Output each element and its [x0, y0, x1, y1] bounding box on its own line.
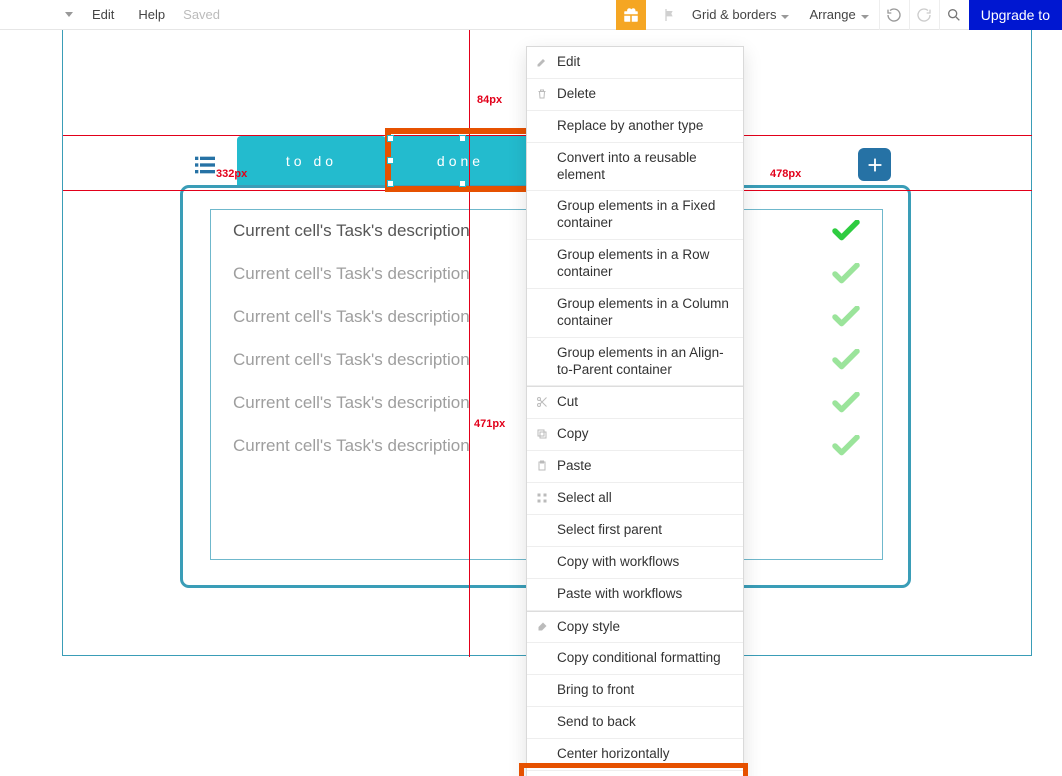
task-description: Current cell's Task's description: [233, 220, 470, 243]
flag-icon[interactable]: [658, 3, 682, 27]
upgrade-button[interactable]: Upgrade to: [969, 0, 1062, 30]
ctx-group-row[interactable]: Group elements in a Row container: [527, 240, 743, 289]
ctx-cut[interactable]: Cut: [527, 386, 743, 419]
ctx-replace[interactable]: Replace by another type: [527, 111, 743, 143]
ctx-label: Copy style: [557, 619, 620, 636]
edit-menu[interactable]: Edit: [80, 0, 126, 29]
ctx-label: Copy: [557, 426, 589, 443]
top-toolbar: Edit Help Saved Grid & borders Arrange U…: [0, 0, 1062, 30]
ctx-send-back[interactable]: Send to back: [527, 707, 743, 739]
ctx-label: Paste: [557, 458, 592, 475]
resize-handle[interactable]: [459, 135, 466, 142]
ctx-label: Group elements in a Column container: [557, 296, 733, 330]
scissors-icon: [535, 395, 549, 409]
check-icon[interactable]: [832, 435, 860, 457]
task-description: Current cell's Task's description: [233, 349, 470, 372]
resize-handle[interactable]: [387, 157, 394, 164]
redo-button[interactable]: [909, 0, 939, 30]
ctx-copy-style[interactable]: Copy style: [527, 611, 743, 644]
ctx-label: Replace by another type: [557, 118, 703, 135]
ctx-select-first-parent[interactable]: Select first parent: [527, 515, 743, 547]
measure-left: 332px: [216, 168, 247, 180]
check-icon[interactable]: [832, 392, 860, 414]
task-description: Current cell's Task's description: [233, 435, 470, 458]
task-description: Current cell's Task's description: [233, 392, 470, 415]
ctx-bring-front[interactable]: Bring to front: [527, 675, 743, 707]
ctx-label: Copy conditional formatting: [557, 650, 721, 667]
measure-top: 84px: [477, 94, 502, 106]
ctx-paste-workflows[interactable]: Paste with workflows: [527, 579, 743, 611]
app-menu-dropdown-icon[interactable]: [58, 12, 80, 17]
tab-todo[interactable]: to do: [237, 136, 386, 185]
ctx-paste[interactable]: Paste: [527, 451, 743, 483]
pencil-icon: [535, 55, 549, 69]
brush-icon: [535, 620, 549, 634]
context-menu: Edit Delete Replace by another type Conv…: [526, 46, 744, 776]
help-menu[interactable]: Help: [126, 0, 177, 29]
ctx-label: Convert into a reusable element: [557, 150, 733, 184]
resize-handle[interactable]: [387, 180, 394, 187]
search-button[interactable]: [939, 0, 969, 30]
ctx-group-fixed[interactable]: Group elements in a Fixed container: [527, 191, 743, 240]
ctx-label: Paste with workflows: [557, 586, 682, 603]
measure-right: 478px: [770, 168, 801, 180]
task-description: Current cell's Task's description: [233, 263, 470, 286]
grid-borders-menu[interactable]: Grid & borders: [682, 0, 800, 29]
measure-mid: 471px: [474, 418, 505, 430]
ctx-edit[interactable]: Edit: [527, 47, 743, 79]
arrange-menu[interactable]: Arrange: [799, 0, 878, 29]
ctx-label: Delete: [557, 86, 596, 103]
ctx-label: Select first parent: [557, 522, 662, 539]
ctx-label: Cut: [557, 394, 578, 411]
ctx-label: Bring to front: [557, 682, 634, 699]
ctx-label: Send to back: [557, 714, 636, 731]
save-status: Saved: [177, 7, 220, 22]
gift-icon[interactable]: [616, 0, 646, 30]
ctx-label: Edit: [557, 54, 580, 71]
ctx-delete[interactable]: Delete: [527, 79, 743, 111]
ctx-group-col[interactable]: Group elements in a Column container: [527, 289, 743, 338]
ctx-label: Group elements in a Fixed container: [557, 198, 733, 232]
resize-handle[interactable]: [387, 135, 394, 142]
grid-icon: [535, 491, 549, 505]
check-icon[interactable]: [832, 349, 860, 371]
trash-icon: [535, 87, 549, 101]
grid-borders-label: Grid & borders: [692, 7, 777, 22]
ctx-copy-conditional[interactable]: Copy conditional formatting: [527, 643, 743, 675]
task-description: Current cell's Task's description: [233, 306, 470, 329]
resize-handle[interactable]: [459, 180, 466, 187]
ctx-copy[interactable]: Copy: [527, 419, 743, 451]
ruler-vertical: [469, 30, 470, 657]
ctx-label: Select all: [557, 490, 612, 507]
check-icon[interactable]: [832, 220, 860, 242]
ctx-select-all[interactable]: Select all: [527, 483, 743, 515]
arrange-label: Arrange: [809, 7, 855, 22]
chevron-down-icon: [781, 7, 789, 22]
list-icon[interactable]: [195, 156, 215, 179]
chevron-down-icon: [861, 7, 869, 22]
clipboard-icon: [535, 459, 549, 473]
copy-icon: [535, 427, 549, 441]
workflow-highlight: [519, 763, 748, 776]
ctx-group-align[interactable]: Group elements in an Align-to-Parent con…: [527, 338, 743, 387]
ctx-label: Copy with workflows: [557, 554, 679, 571]
editor-canvas[interactable]: 84px 332px 478px 471px to do done Curren…: [0, 30, 1062, 776]
check-icon[interactable]: [832, 306, 860, 328]
ctx-reusable[interactable]: Convert into a reusable element: [527, 143, 743, 192]
ctx-label: Group elements in an Align-to-Parent con…: [557, 345, 733, 379]
ctx-copy-workflows[interactable]: Copy with workflows: [527, 547, 743, 579]
ctx-label: Group elements in a Row container: [557, 247, 733, 281]
add-button[interactable]: [858, 148, 891, 181]
undo-button[interactable]: [879, 0, 909, 30]
ctx-label: Center horizontally: [557, 746, 670, 763]
check-icon[interactable]: [832, 263, 860, 285]
